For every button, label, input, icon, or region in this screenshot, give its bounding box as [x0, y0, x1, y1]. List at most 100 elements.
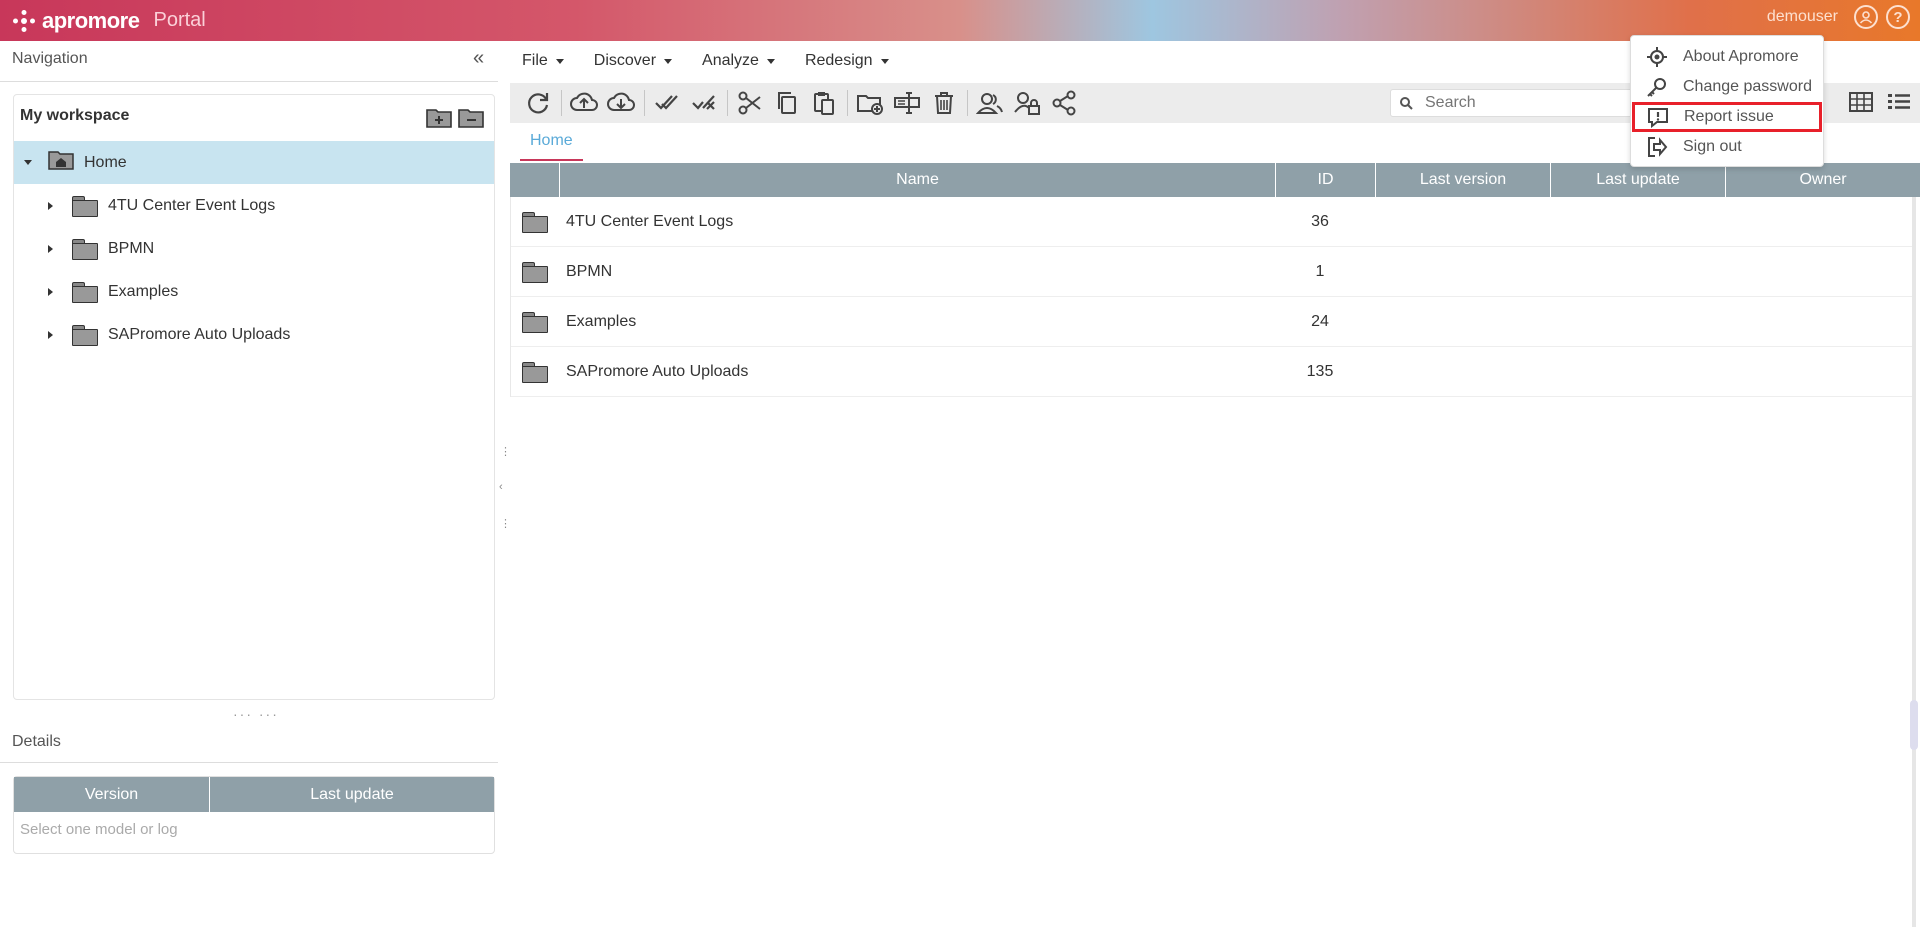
- chevron-down-icon: [664, 58, 673, 64]
- tree-item-label: SAPromore Auto Uploads: [108, 325, 291, 343]
- menu-item-report-issue[interactable]: Report issue: [1632, 102, 1822, 132]
- key-icon: [1645, 75, 1669, 99]
- expand-caret-icon[interactable]: [48, 244, 66, 253]
- home-folder-icon: [48, 150, 74, 175]
- grid-column-icon: [510, 163, 560, 197]
- details-table: Version Last update Select one model or …: [13, 776, 495, 854]
- menu-item-label: About Apromore: [1683, 48, 1799, 65]
- cut-icon[interactable]: [736, 89, 764, 117]
- details-column-version[interactable]: Version: [14, 777, 210, 812]
- rename-icon[interactable]: [893, 89, 921, 117]
- user-lock-icon[interactable]: [1013, 89, 1041, 117]
- menu-label: Analyze: [702, 52, 759, 69]
- tree-item-label: 4TU Center Event Logs: [108, 196, 276, 214]
- menu-item-label: Report issue: [1684, 108, 1774, 125]
- user-account-icon[interactable]: [1854, 5, 1878, 29]
- select-all-icon[interactable]: [653, 89, 681, 117]
- delete-icon[interactable]: [930, 89, 958, 117]
- details-column-last-update[interactable]: Last update: [210, 777, 494, 812]
- row-name: SAPromore Auto Uploads: [566, 362, 749, 380]
- apromore-logo-icon: [12, 9, 36, 33]
- menu-item-sign-out[interactable]: Sign out: [1631, 132, 1823, 162]
- apromore-logo[interactable]: apromore Portal: [12, 8, 206, 34]
- alert-icon: [1646, 105, 1670, 129]
- tree-item-sapromore[interactable]: SAPromore Auto Uploads: [14, 313, 494, 356]
- expand-caret-icon[interactable]: [24, 160, 42, 165]
- share-icon[interactable]: [1050, 89, 1078, 117]
- menu-item-change-password[interactable]: Change password: [1631, 72, 1823, 102]
- sign-out-icon: [1645, 135, 1669, 159]
- help-icon[interactable]: ?: [1886, 5, 1910, 29]
- chevron-down-icon: [766, 58, 775, 64]
- tree-item-bpmn[interactable]: BPMN: [14, 227, 494, 270]
- expand-caret-icon[interactable]: [48, 287, 66, 296]
- user-area: demouser ?: [1767, 0, 1910, 34]
- menu-item-label: Change password: [1683, 78, 1812, 95]
- menu-label: Redesign: [804, 52, 873, 69]
- users-icon[interactable]: [976, 89, 1004, 117]
- divider: [967, 90, 968, 116]
- grid-body: 4TU Center Event Logs 36 BPMN 1 Examples…: [510, 197, 1915, 397]
- breadcrumb-home[interactable]: Home: [520, 124, 583, 161]
- grid-column-name[interactable]: Name: [560, 163, 1276, 197]
- username[interactable]: demouser: [1767, 8, 1838, 26]
- upload-icon[interactable]: [570, 89, 598, 117]
- download-icon[interactable]: [607, 89, 635, 117]
- target-icon: [1645, 45, 1669, 69]
- tree-item-examples[interactable]: Examples: [14, 270, 494, 313]
- list-view-icon[interactable]: [1886, 89, 1912, 120]
- folder-icon: [72, 238, 98, 260]
- refresh-icon[interactable]: [524, 89, 552, 117]
- tree-item-label: Home: [84, 153, 127, 171]
- divider: [561, 90, 562, 116]
- details-title: Details: [12, 733, 61, 750]
- folder-icon: [72, 324, 98, 346]
- collapse-navigation-button[interactable]: «: [473, 47, 484, 70]
- table-row[interactable]: 4TU Center Event Logs 36: [510, 197, 1915, 247]
- row-id: 135: [1306, 362, 1334, 380]
- row-name: BPMN: [566, 262, 613, 280]
- row-id: 1: [1315, 262, 1325, 280]
- navigation-title: Navigation: [12, 50, 88, 67]
- remove-folder-icon[interactable]: [458, 107, 484, 129]
- chevron-down-icon: [555, 58, 564, 64]
- expand-caret-icon[interactable]: [48, 201, 66, 210]
- menu-file[interactable]: File: [522, 52, 564, 70]
- scrollbar[interactable]: [1912, 197, 1916, 927]
- divider: [847, 90, 848, 116]
- divider: [0, 762, 498, 763]
- grid-column-owner[interactable]: Owner: [1726, 163, 1920, 197]
- deselect-icon[interactable]: [690, 89, 718, 117]
- add-folder-icon[interactable]: [426, 107, 452, 129]
- tree-item-4tu[interactable]: 4TU Center Event Logs: [14, 184, 494, 227]
- grid-column-last-update[interactable]: Last update: [1551, 163, 1726, 197]
- search-input[interactable]: [1425, 94, 1625, 112]
- grid-view-icon[interactable]: [1848, 89, 1874, 120]
- details-empty-message: Select one model or log: [20, 821, 178, 838]
- menu-redesign[interactable]: Redesign: [805, 52, 889, 70]
- tree-item-label: BPMN: [108, 239, 155, 257]
- grid-column-id[interactable]: ID: [1276, 163, 1376, 197]
- copy-icon[interactable]: [773, 89, 801, 117]
- search-box[interactable]: [1390, 89, 1660, 117]
- menu-discover[interactable]: Discover: [594, 52, 673, 70]
- menu-analyze[interactable]: Analyze: [702, 52, 775, 70]
- folder-icon: [522, 361, 548, 383]
- grid-column-last-version[interactable]: Last version: [1376, 163, 1551, 197]
- folder-icon: [72, 281, 98, 303]
- new-folder-icon[interactable]: [856, 89, 884, 117]
- brand-name: apromore: [42, 7, 140, 33]
- tree-item-home[interactable]: Home: [14, 141, 494, 184]
- paste-icon[interactable]: [810, 89, 838, 117]
- menu-item-about[interactable]: About Apromore: [1631, 42, 1823, 72]
- vertical-splitter[interactable]: ⋮ ‹ ⋮: [498, 445, 511, 535]
- workspace-title: My workspace: [20, 107, 130, 124]
- scrollbar-thumb[interactable]: [1910, 700, 1918, 750]
- folder-icon: [522, 261, 548, 283]
- table-row[interactable]: Examples 24: [510, 297, 1915, 347]
- table-row[interactable]: SAPromore Auto Uploads 135: [510, 347, 1915, 397]
- table-row[interactable]: BPMN 1: [510, 247, 1915, 297]
- panel-splitter[interactable]: ··· ···: [233, 706, 279, 722]
- expand-caret-icon[interactable]: [48, 330, 66, 339]
- grid-header: Name ID Last version Last update Owner: [510, 163, 1920, 197]
